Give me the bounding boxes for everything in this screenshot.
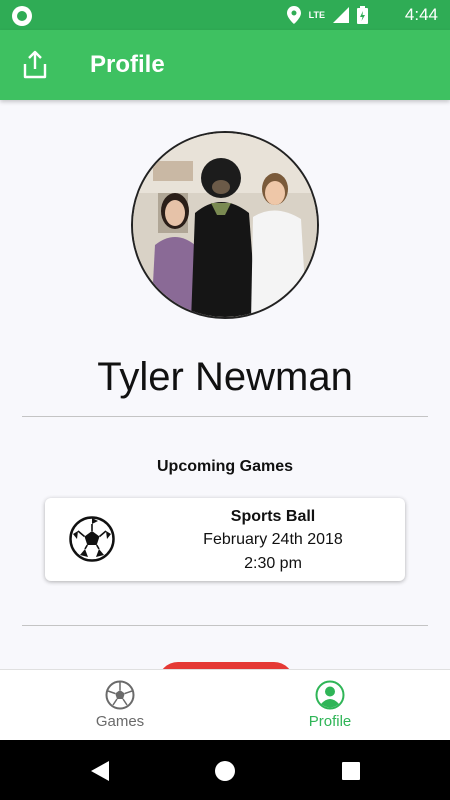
profile-content: Tyler Newman Upcoming Games Sports Ball … <box>0 100 450 669</box>
profile-icon <box>315 680 345 710</box>
profile-photo <box>133 133 317 317</box>
upcoming-games-heading: Upcoming Games <box>156 458 294 475</box>
status-icons: LTE <box>286 5 368 25</box>
app-bar: Profile <box>0 30 450 100</box>
game-date: February 24th 2018 <box>203 531 343 548</box>
divider <box>22 625 428 626</box>
game-name: Sports Ball <box>230 508 316 525</box>
home-icon[interactable] <box>214 760 236 782</box>
game-info: Sports Ball February 24th 2018 2:30 pm <box>183 506 363 576</box>
game-card[interactable]: Sports Ball February 24th 2018 2:30 pm <box>45 498 405 581</box>
status-bar: LTE 4:44 <box>0 0 450 30</box>
soccer-ball-icon <box>69 516 115 562</box>
nav-label-games: Games <box>95 713 145 730</box>
battery-icon <box>357 6 368 24</box>
action-button[interactable] <box>158 662 294 669</box>
profile-name: Tyler Newman <box>97 355 353 399</box>
clock: 4:44 <box>404 5 438 24</box>
signal-icon <box>333 7 349 23</box>
back-icon[interactable] <box>89 760 111 782</box>
nav-item-profile[interactable]: Profile <box>255 670 405 741</box>
page-title: Profile <box>90 51 165 78</box>
recents-icon[interactable] <box>340 760 362 782</box>
bottom-nav: Games Profile <box>0 669 450 740</box>
nav-item-games[interactable]: Games <box>45 670 195 741</box>
notification-icon <box>12 6 32 26</box>
network-type: LTE <box>308 10 325 20</box>
soccer-ball-icon <box>105 680 135 710</box>
system-navigation-bar <box>0 740 450 800</box>
divider <box>22 416 428 417</box>
location-icon <box>286 6 301 24</box>
nav-label-profile: Profile <box>308 713 352 730</box>
share-button[interactable] <box>16 46 54 84</box>
game-time: 2:30 pm <box>244 555 302 572</box>
share-icon <box>23 50 47 79</box>
avatar <box>131 131 319 319</box>
